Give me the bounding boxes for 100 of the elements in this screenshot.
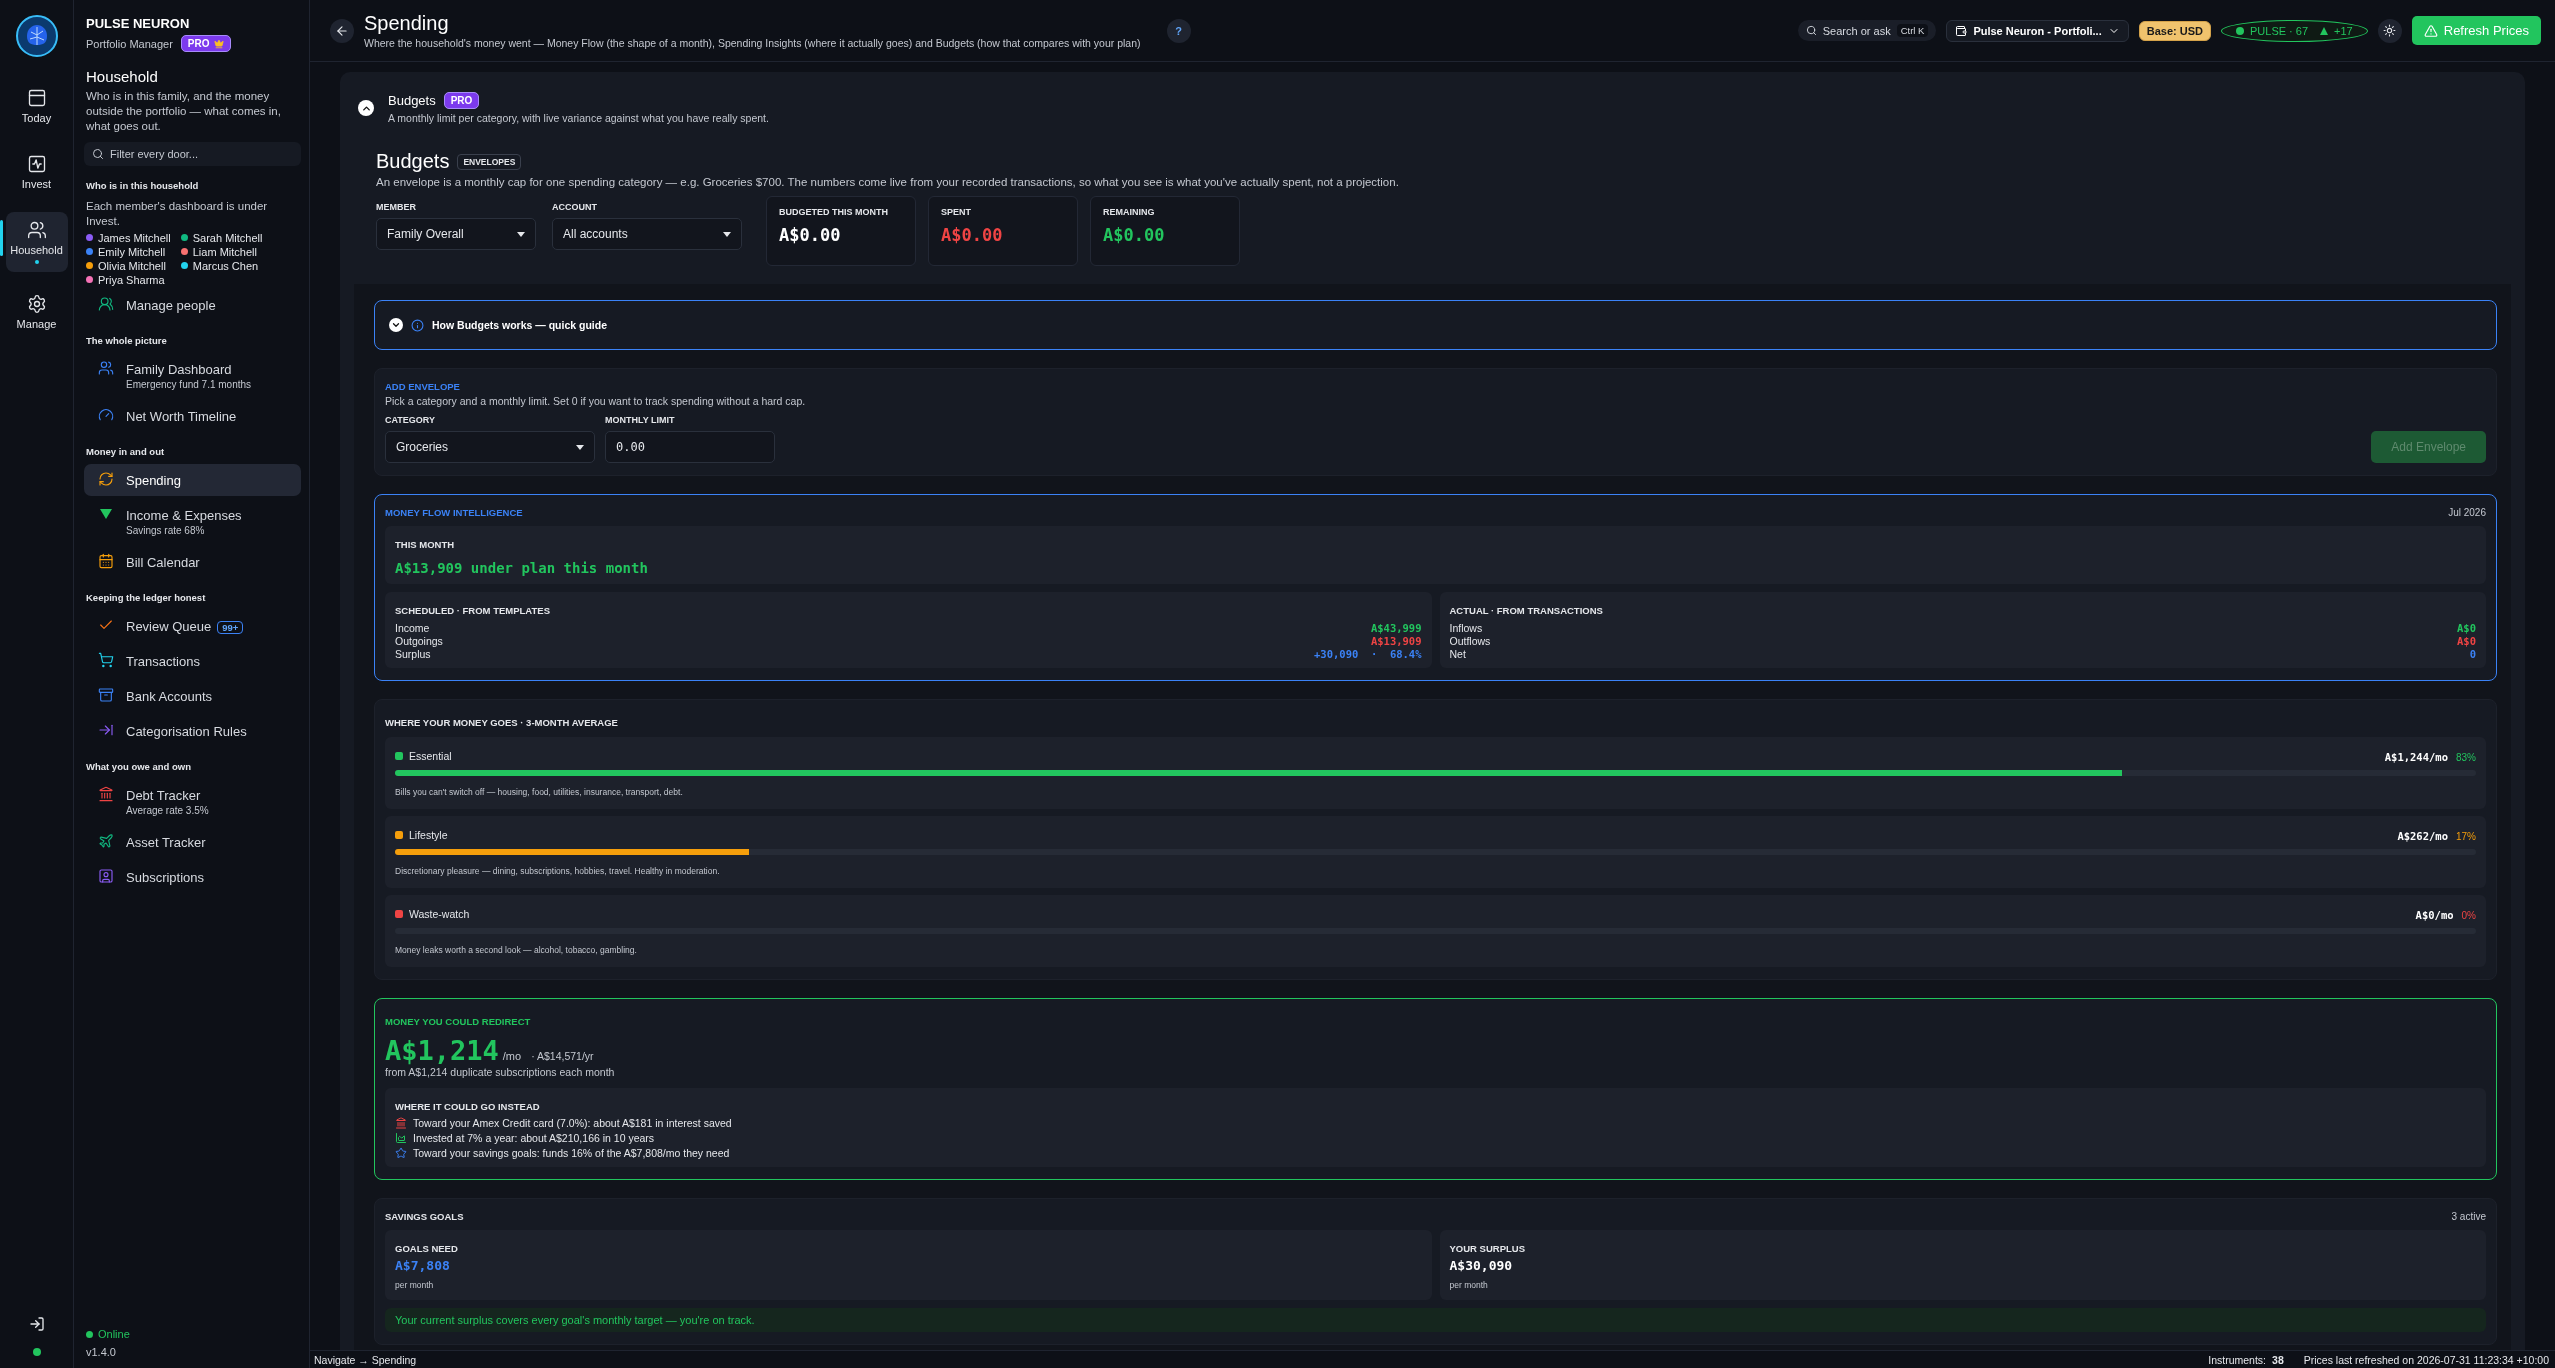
cart-icon <box>98 651 114 668</box>
pro-badge: PRO <box>443 92 480 109</box>
people-icon <box>26 220 47 240</box>
members-note: Each member's dashboard is under Invest. <box>85 198 269 229</box>
row-label: Outgoings <box>395 635 443 647</box>
panel-icon <box>26 88 47 108</box>
instruments-label: Instruments: <box>2208 1353 2267 1366</box>
search-icon <box>92 147 104 160</box>
row-value: 0 <box>2469 648 2476 660</box>
category-name: Lifestyle <box>409 829 448 841</box>
member-name: Sarah Mitchell <box>180 231 263 244</box>
ideas-panel: WHERE IT COULD GO INSTEAD Toward your Amex Credit card (7.0%): about A$181 in interest saved Invested at 7% a year: about A$210,166 in 10 years Toward your savings goals: funds 16% of the A$7,808/mo they need <box>385 1088 2486 1167</box>
activity-icon <box>26 154 47 174</box>
yearly-amount: · A$14,571/yr <box>531 1050 594 1062</box>
nav-item[interactable]: Transactions <box>84 644 301 677</box>
chevron-down-icon <box>391 320 401 330</box>
member-name: Liam Mitchell <box>180 245 263 258</box>
goals-message: Your current surplus covers every goal's monthly target — you're on track. <box>385 1308 2486 1332</box>
category-note: Discretionary pleasure — dining, subscriptions, hobbies, travel. Healthy in moderation. <box>395 866 720 876</box>
group-heading: Money in and out <box>86 445 166 457</box>
nav-item[interactable]: Spending <box>84 463 301 496</box>
archive-icon <box>98 686 114 703</box>
row-value: A$0 <box>2457 622 2476 634</box>
guide-toggle[interactable]: How Budgets works — quick guide <box>374 300 2497 350</box>
nav-item[interactable]: Review Queue 99+ <box>84 609 301 642</box>
envelopes-tag: ENVELOPES <box>457 153 522 170</box>
info-icon <box>411 318 424 332</box>
this-month-card: THIS MONTH A$13,909 under plan this month <box>385 526 2486 584</box>
people-icon <box>98 295 114 312</box>
nav-item[interactable]: Bill Calendar <box>84 545 301 578</box>
member-name: Priya Sharma <box>86 273 171 286</box>
rail-tab[interactable]: Invest <box>5 146 68 198</box>
back-button[interactable] <box>330 18 354 43</box>
theme-toggle[interactable] <box>2377 18 2402 43</box>
field-label: CATEGORY <box>385 415 436 425</box>
filter-select[interactable]: Family Overall <box>376 218 536 250</box>
bank-icon <box>98 785 114 802</box>
connection-status: Online <box>86 1328 301 1340</box>
help-button[interactable]: ? <box>1166 18 1191 43</box>
nav-item[interactable]: Bank Accounts <box>84 679 301 712</box>
app-name: PULSE NEURON <box>85 16 191 31</box>
section-description: Who is in this family, and the money outside the portfolio — what comes in, what goes out. <box>85 89 282 134</box>
summary-table: ACTUAL · FROM TRANSACTIONS Inflows A$0 Outflows A$0 Net 0 <box>1439 592 2486 668</box>
row-value: A$13,909 <box>1370 635 1422 647</box>
rail-tab[interactable]: Household <box>5 212 68 272</box>
portfolio-selector[interactable]: Pulse Neuron - Portfoli... <box>1946 19 2129 42</box>
people-icon <box>98 359 114 376</box>
search-field[interactable]: Search or ask Ctrl K <box>1797 20 1937 41</box>
amount-unit: /mo <box>502 1050 522 1062</box>
sun-icon <box>2383 24 2397 37</box>
budgets-intro: An envelope is a monthly cap for one spending category — e.g. Groceries $700. The numbers come live from your recorded transactions, so what you see is what you've actually spent, not a projection. <box>376 176 1400 188</box>
plane-icon <box>98 832 114 849</box>
idea-text: Toward your savings goals: funds 16% of the A$7,808/mo they need <box>413 1147 730 1159</box>
settings-icon <box>26 294 47 314</box>
filter-select[interactable]: All accounts <box>552 218 742 250</box>
card-title: SAVINGS GOALS <box>385 1211 464 1222</box>
group-heading: Who is in this household <box>86 179 200 191</box>
category-note: Money leaks worth a second look — alcohol, tobacco, gambling. <box>395 945 637 955</box>
category-name: Waste-watch <box>409 908 470 920</box>
member-name: Olivia Mitchell <box>86 259 171 272</box>
user-card-icon <box>98 867 114 884</box>
pulse-score-chip[interactable]: PULSE · 67 +17 <box>2221 19 2368 42</box>
card-title: WHERE YOUR MONEY GOES · 3-MONTH AVERAGE <box>385 717 618 728</box>
row-value: A$43,999 <box>1370 622 1422 634</box>
field-label: MONTHLY LIMIT <box>605 415 676 425</box>
panel-description: A monthly limit per category, with live variance against what you have really spent. <box>388 112 769 124</box>
filter-field[interactable]: Filter every door... <box>84 141 301 166</box>
chart-icon <box>395 1132 407 1144</box>
nav-item[interactable]: Debt Tracker Average rate 3.5% <box>84 778 301 823</box>
gauge-icon <box>98 406 114 423</box>
section-title: Household <box>85 68 159 85</box>
field-label: ACCOUNT <box>552 202 598 212</box>
collapse-toggle[interactable] <box>358 100 374 116</box>
group-heading: Keeping the ledger honest <box>86 591 207 603</box>
nav-item[interactable]: Categorisation Rules <box>84 714 301 747</box>
panel-title: Budgets <box>388 93 436 108</box>
version-label: v1.4.0 <box>86 1346 117 1358</box>
nav-item[interactable]: Family Dashboard Emergency fund 7.1 months <box>84 352 301 397</box>
nav-item[interactable]: Asset Tracker <box>84 825 301 858</box>
rail-tab[interactable]: Manage <box>5 286 68 338</box>
category-name: Essential <box>409 750 452 762</box>
nav-item[interactable]: Net Worth Timeline <box>84 399 301 432</box>
nav-item[interactable]: Subscriptions <box>84 860 301 893</box>
sign-in-icon[interactable] <box>28 1316 45 1332</box>
nav-item[interactable]: Manage people <box>84 288 301 321</box>
app-subtitle: Portfolio Manager <box>86 37 173 50</box>
online-dot <box>32 1348 41 1356</box>
status-dot <box>2236 26 2244 35</box>
category-share: 83% <box>2456 752 2476 763</box>
category-share: 17% <box>2456 831 2476 842</box>
category-amount: A$1,244/mo <box>2384 751 2448 763</box>
idea-text: Toward your Amex Credit card (7.0%): about A$181 in interest saved <box>413 1117 732 1129</box>
star-icon <box>395 1147 407 1159</box>
base-currency-chip[interactable]: Base: USD <box>2138 20 2211 41</box>
member-name: Marcus Chen <box>180 259 263 272</box>
nav-item[interactable]: Income & Expenses Savings rate 68% <box>84 498 301 543</box>
instruments-count: 38 <box>2272 1353 2284 1366</box>
rail-tab[interactable]: Today <box>5 80 68 132</box>
row-value: A$0 <box>2457 635 2476 647</box>
category-note: Bills you can't switch off — housing, food, utilities, insurance, transport, debt. <box>395 787 683 797</box>
